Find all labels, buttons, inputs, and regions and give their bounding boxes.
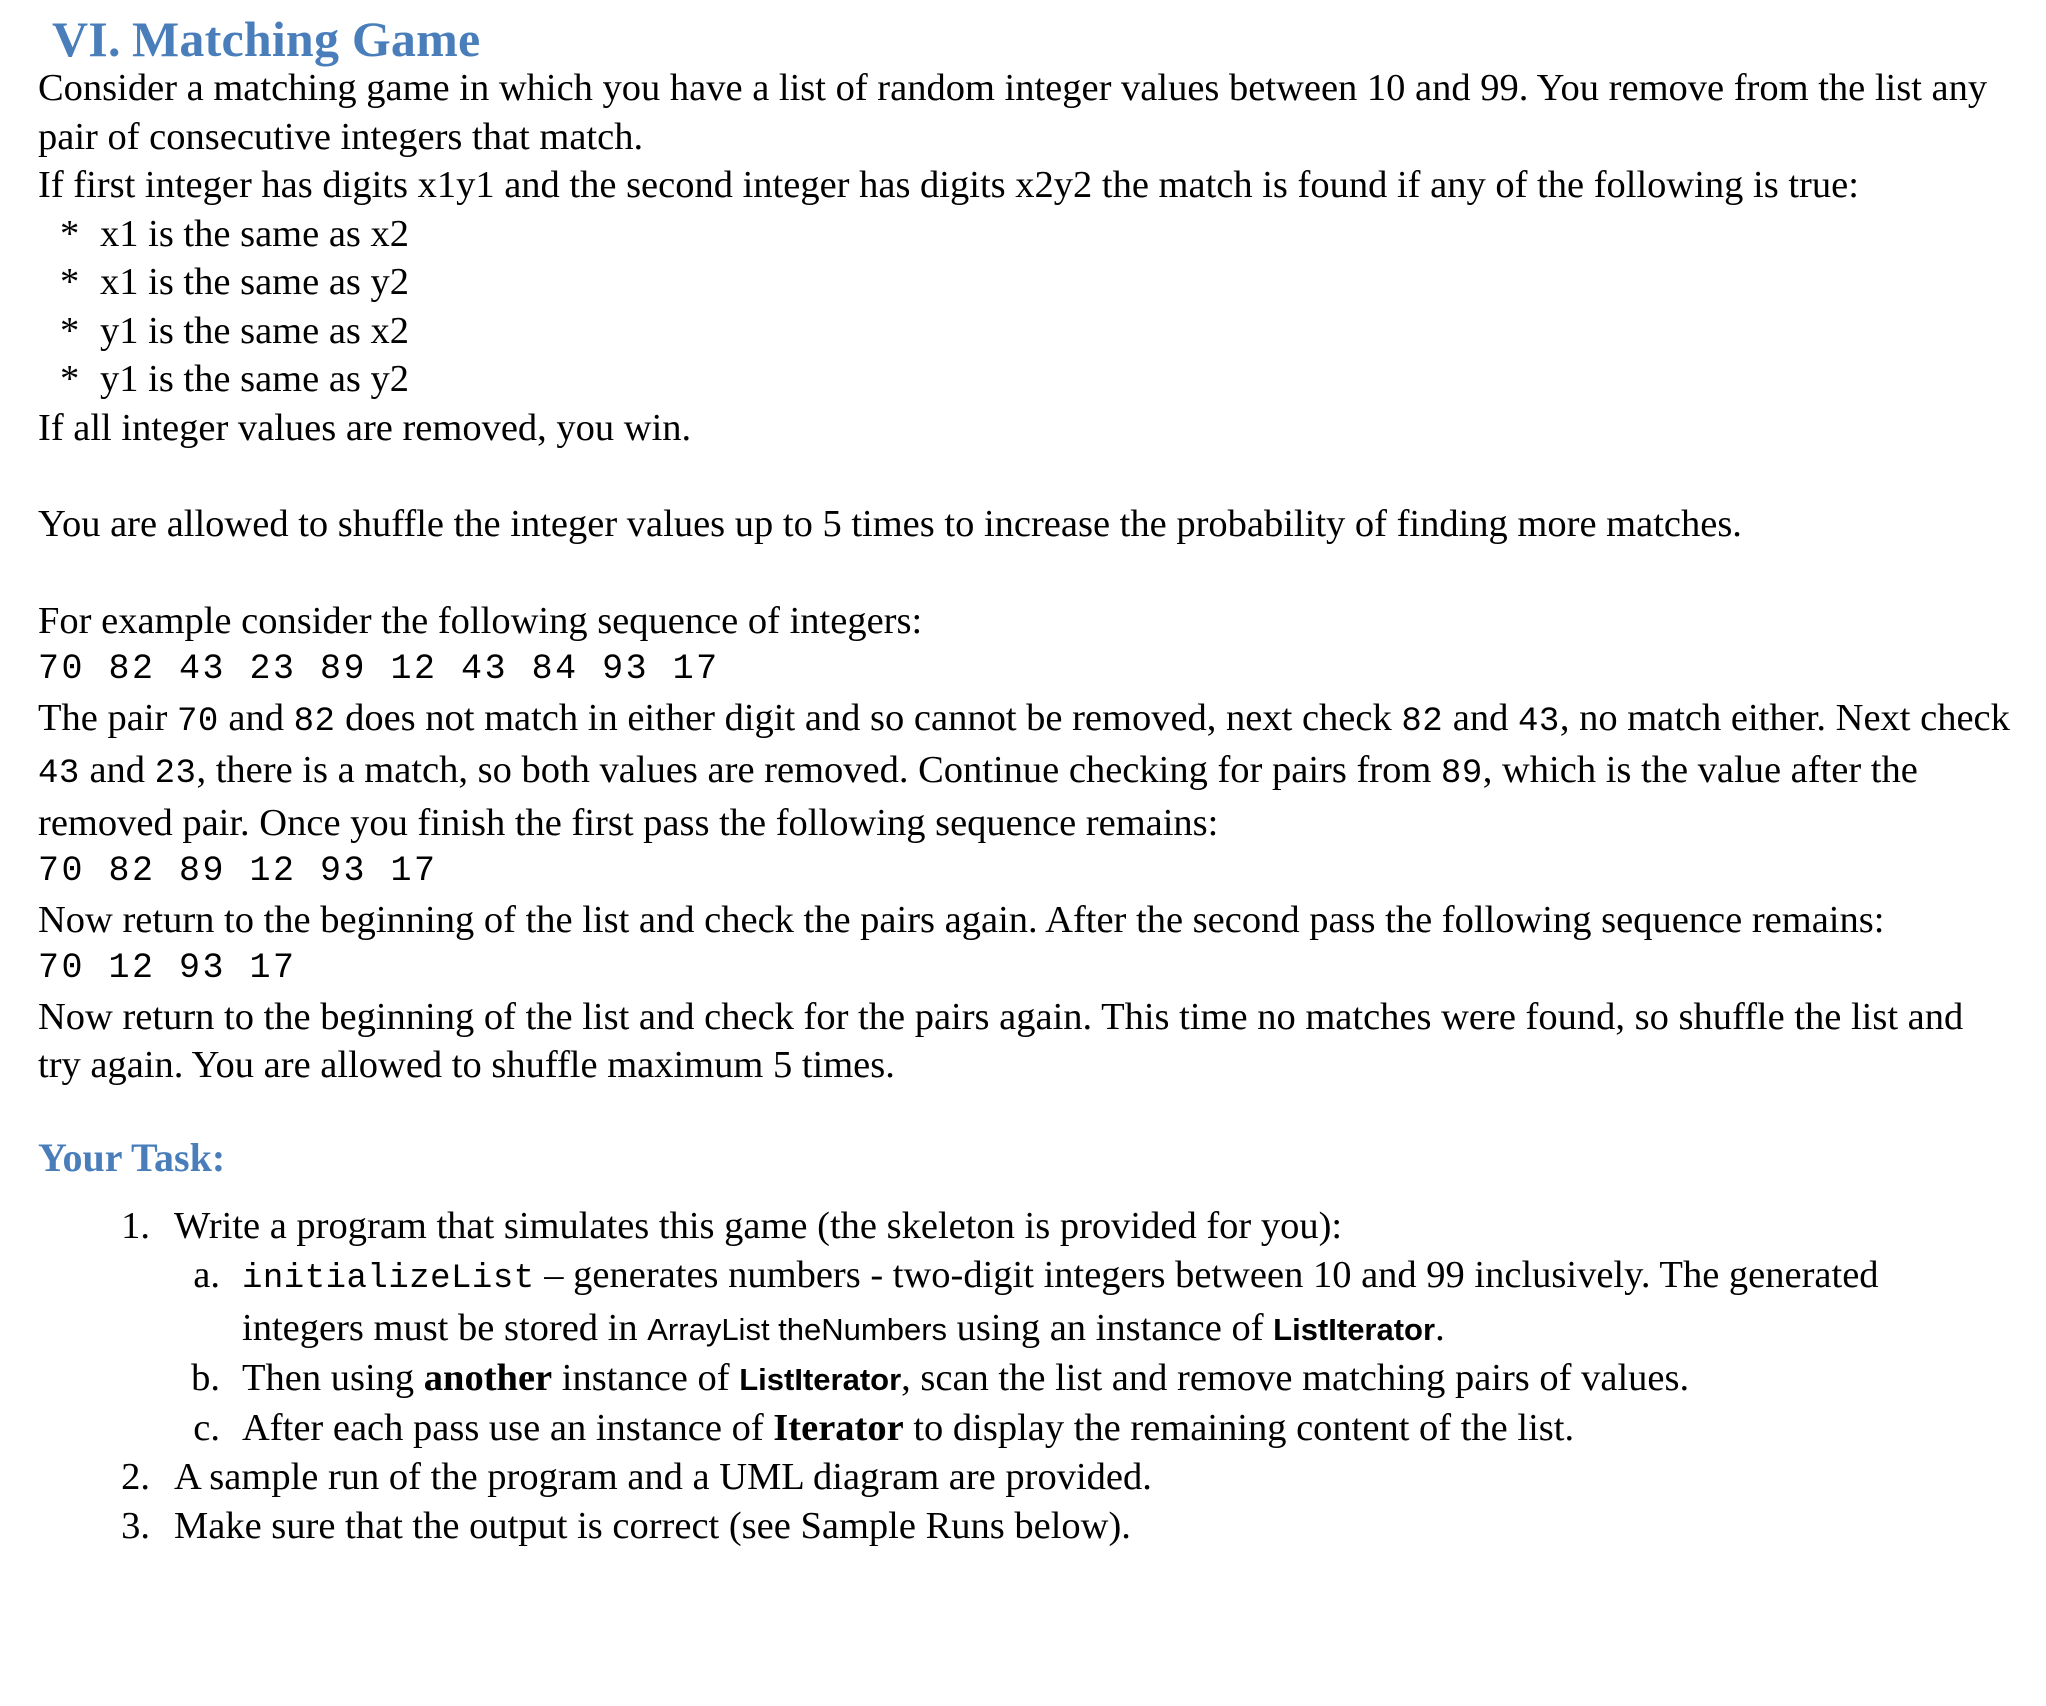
walkthrough-number-70: 70	[176, 702, 219, 741]
match-rule-item: * y1 is the same as x2	[38, 307, 2046, 356]
emphasis-another: another	[423, 1356, 553, 1399]
walkthrough-text-a: The pair	[38, 696, 177, 739]
asterisk-bullet-icon: *	[60, 261, 80, 303]
subitem-letter: b.	[191, 1356, 220, 1399]
sequence-initial: 70 82 43 23 89 12 43 84 93 17	[38, 649, 720, 689]
task-number: 1.	[121, 1204, 150, 1247]
task-number: 3.	[121, 1504, 150, 1547]
intro-paragraph-1: Consider a matching game in which you ha…	[38, 67, 1988, 158]
section-numeral: VI.	[52, 11, 121, 67]
match-rule-item: * x1 is the same as x2	[38, 210, 2046, 259]
type-listiterator: ListIterator	[1273, 1311, 1436, 1347]
match-rule-item: * y1 is the same as y2	[38, 355, 2046, 404]
task-item-1: 1. Write a program that simulates this g…	[0, 1202, 2012, 1251]
walkthrough-text-e: , no match either. Next check	[1559, 696, 2010, 739]
walkthrough-text-c: does not match in either digit and so ca…	[335, 696, 1402, 739]
intro-block: Consider a matching game in which you ha…	[0, 64, 2046, 210]
walkthrough-text-d: and	[1443, 696, 1519, 739]
document-page: VI. Matching Game Consider a matching gam…	[0, 0, 2046, 1706]
subitem-b-text-1: Then using	[242, 1356, 424, 1399]
task-subitem-c: c. After each pass use an instance of It…	[0, 1404, 2012, 1453]
type-listiterator: ListIterator	[739, 1361, 902, 1397]
type-iterator: Iterator	[773, 1406, 904, 1449]
task-subitem-b: b. Then using another instance of ListIt…	[0, 1354, 2012, 1404]
subitem-b-text-2: instance of	[552, 1356, 740, 1399]
sequence-after-pass-1: 70 82 89 12 93 17	[38, 851, 438, 891]
walkthrough-number-89: 89	[1440, 755, 1483, 793]
asterisk-bullet-icon: *	[60, 309, 80, 352]
walkthrough-text-b: and	[218, 696, 294, 739]
asterisk-bullet-icon: *	[60, 358, 80, 400]
subitem-letter: a.	[193, 1253, 220, 1296]
subitem-text: initializeList – generates numbers - two…	[242, 1251, 2012, 1354]
intro-paragraph-2: If first integer has digits x1y1 and the…	[38, 164, 1859, 206]
match-rule-text: x1 is the same as y2	[100, 261, 410, 303]
subitem-text: After each pass use an instance of Itera…	[242, 1404, 2012, 1453]
type-arraylist-thenumbers: ArrayList theNumbers	[647, 1311, 948, 1347]
pass-2-text: Now return to the beginning of the list …	[38, 898, 1885, 941]
task-subitem-a: a. initializeList – generates numbers - …	[0, 1251, 2012, 1354]
pass-3-text: Now return to the beginning of the list …	[38, 995, 1964, 1087]
match-rule-item: * x1 is the same as y2	[38, 258, 2046, 307]
task-text: Make sure that the output is correct (se…	[174, 1504, 1131, 1547]
walkthrough-text-f: and	[79, 749, 155, 791]
match-rule-text: y1 is the same as y2	[100, 358, 410, 400]
walkthrough-number-43b: 43	[38, 755, 80, 793]
task-text: Write a program that simulates this game…	[174, 1204, 1343, 1247]
walkthrough-text-g: , there is a match, so both values are r…	[196, 749, 1441, 791]
task-item-3: 3. Make sure that the output is correct …	[0, 1502, 2012, 1551]
task-number: 2.	[121, 1455, 150, 1498]
your-task-heading: Your Task:	[38, 1134, 226, 1180]
match-rules-list: * x1 is the same as x2 * x1 is the same …	[0, 210, 2046, 404]
section-title-text: Matching Game	[132, 11, 481, 67]
asterisk-bullet-icon: *	[60, 212, 80, 255]
match-rule-text: x1 is the same as x2	[100, 212, 410, 255]
walkthrough-paragraph-1: The pair 70 and 82 does not match in eit…	[38, 694, 2012, 848]
subitem-letter: c.	[193, 1406, 220, 1449]
win-condition-text: If all integer values are removed, you w…	[38, 406, 692, 449]
page-title: VI. Matching Game	[0, 0, 2046, 64]
heading-spacer	[0, 1178, 2046, 1202]
code-initializelist: initializeList	[242, 1259, 535, 1298]
task-text: A sample run of the program and a UML di…	[174, 1455, 1152, 1498]
win-condition-block: If all integer values are removed, you w…	[0, 404, 2046, 1138]
shuffle-allowance-text: You are allowed to shuffle the integer v…	[38, 503, 1742, 545]
your-task-list: 1. Write a program that simulates this g…	[0, 1202, 2046, 1551]
task-item-2: 2. A sample run of the program and a UML…	[0, 1453, 2012, 1502]
subitem-c-text-2: to display the remaining content of the …	[903, 1406, 1575, 1449]
subitem-c-text-1: After each pass use an instance of	[242, 1406, 774, 1449]
walkthrough-number-43: 43	[1518, 702, 1560, 741]
sequence-after-pass-2: 70 12 93 17	[38, 948, 297, 988]
subitem-text: Then using another instance of ListItera…	[242, 1354, 2012, 1404]
walkthrough-number-23: 23	[154, 755, 197, 793]
match-rule-text: y1 is the same as x2	[100, 309, 410, 352]
subitem-b-text-3: , scan the list and remove matching pair…	[901, 1356, 1690, 1399]
walkthrough-number-82: 82	[293, 702, 336, 741]
subitem-a-text-3: .	[1435, 1306, 1445, 1349]
subitem-a-text-2: using an instance of	[947, 1306, 1274, 1349]
example-lead-in-text: For example consider the following seque…	[38, 599, 923, 642]
walkthrough-number-82b: 82	[1401, 702, 1444, 741]
